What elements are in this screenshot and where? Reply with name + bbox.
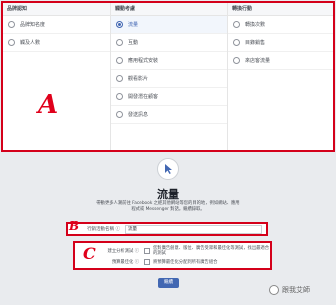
campaign-name-input[interactable]: 流量 [125,224,262,234]
annotation-letter-b: B [69,219,80,233]
annotation-letter-c: C [83,244,96,263]
campaign-name-row: 行銷活動名稱 ⓘ 流量 [66,222,268,236]
objective-description: 帶動更多人潮前往 Facebook 之經其他網站等您的目的地，例如網站、應用程式… [96,201,240,212]
budget-optimization-row: 預算最佳化 ⓘ 將預算最佳化分配到所有廣告組合 [75,259,270,265]
split-test-text: 您對廣告創意、版位、廣告受眾和最佳化等測試，找出最適合的測試 [153,246,270,256]
annotation-box-a [1,1,335,152]
budget-optimization-checkbox[interactable] [144,259,150,265]
watermark-text: 跟我艾師 [282,286,310,294]
wechat-icon [269,285,279,295]
campaign-options-box: 建立分析測試 ⓘ 您對廣告創意、版位、廣告受眾和最佳化等測試，找出最適合的測試 … [73,241,272,270]
budget-optimization-text: 將預算最佳化分配到所有廣告組合 [153,259,218,265]
cursor-icon [157,158,179,180]
split-test-checkbox[interactable] [144,248,150,254]
annotation-letter-a: A [38,90,59,120]
split-test-row: 建立分析測試 ⓘ 您對廣告創意、版位、廣告受眾和最佳化等測試，找出最適合的測試 [75,246,270,256]
watermark: 跟我艾師 [269,285,310,295]
continue-button[interactable]: 繼續 [158,278,179,288]
objective-title: 流量 [157,188,179,201]
